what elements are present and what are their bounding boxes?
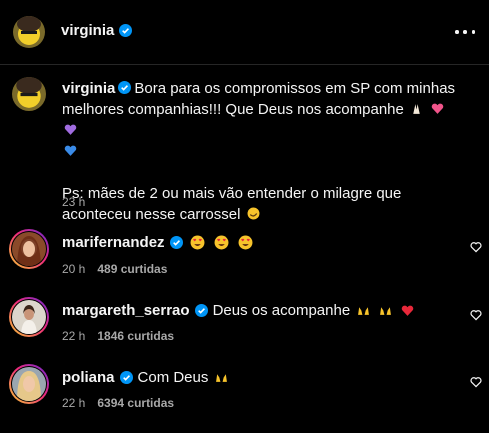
- red-heart-emoji-icon: [401, 305, 414, 316]
- heart-eyes-emoji-icon: [238, 235, 253, 250]
- comment-text: Deus os acompanhe: [212, 302, 351, 319]
- caption-line-2: Ps: mães de 2 ou mais vão entender o mil…: [62, 185, 402, 223]
- raising-hands-emoji-icon: [216, 374, 228, 382]
- comment-username[interactable]: marifernandez: [62, 234, 165, 251]
- praying-hands-emoji-icon: [413, 104, 420, 114]
- verified-badge-icon: [119, 24, 133, 37]
- heart-outline-icon[interactable]: [470, 376, 482, 388]
- heart-outline-icon[interactable]: [470, 309, 482, 321]
- verified-badge-icon: [118, 81, 132, 94]
- verified-badge-icon: [119, 371, 133, 384]
- raising-hands-emoji-icon: [380, 307, 392, 315]
- avatar[interactable]: [12, 77, 46, 111]
- comment-line: margareth_serrao Deus os acompanhe: [62, 302, 416, 319]
- avatar[interactable]: [12, 367, 46, 401]
- comment-username[interactable]: poliana: [62, 369, 115, 386]
- raising-hands-emoji-icon: [358, 307, 370, 315]
- comment-likes[interactable]: 6394 curtidas: [97, 396, 174, 410]
- verified-badge-icon: [194, 304, 208, 317]
- avatar[interactable]: [12, 300, 46, 334]
- heart-outline-icon[interactable]: [470, 241, 482, 253]
- comment: marifernandez 20 h 489 curtidas: [0, 229, 489, 298]
- avatar[interactable]: [13, 16, 45, 48]
- comment-line: poliana Com Deus: [62, 369, 230, 386]
- post-header: virginia: [0, 0, 489, 65]
- comment-timestamp: 20 h: [62, 262, 86, 276]
- comment-timestamp: 22 h: [62, 329, 86, 343]
- caption-timestamp: 23 h: [62, 195, 86, 209]
- comment-line: marifernandez: [62, 234, 255, 251]
- comment-meta: 20 h 489 curtidas: [62, 262, 167, 276]
- heart-eyes-emoji-icon: [214, 235, 229, 250]
- caption-username[interactable]: virginia: [62, 80, 115, 97]
- purple-heart-emoji-icon: [64, 124, 77, 135]
- post-username[interactable]: virginia: [61, 22, 133, 39]
- comment-likes[interactable]: 489 curtidas: [97, 262, 167, 276]
- comment-username[interactable]: margareth_serrao: [62, 302, 190, 319]
- sparkling-heart-emoji-icon: [431, 103, 444, 114]
- avatar[interactable]: [12, 232, 46, 266]
- comment-meta: 22 h 6394 curtidas: [62, 396, 174, 410]
- comment-meta: 22 h 1846 curtidas: [62, 329, 174, 343]
- heart-eyes-emoji-icon: [190, 235, 205, 250]
- comment-text: Com Deus: [137, 369, 209, 386]
- comment: poliana Com Deus 22 h 6394 curtidas: [0, 364, 489, 433]
- caption-text: virginia Bora para os compromissos em SP…: [62, 78, 462, 225]
- username-label[interactable]: virginia: [61, 22, 114, 39]
- blue-heart-emoji-icon: [64, 145, 77, 156]
- comment-likes[interactable]: 1846 curtidas: [97, 329, 174, 343]
- verified-badge-icon: [169, 236, 183, 249]
- comment-timestamp: 22 h: [62, 396, 86, 410]
- more-options-icon[interactable]: [455, 22, 475, 42]
- rolling-laughing-emoji-icon: [247, 207, 260, 220]
- comment: margareth_serrao Deus os acompanhe 22 h …: [0, 297, 489, 366]
